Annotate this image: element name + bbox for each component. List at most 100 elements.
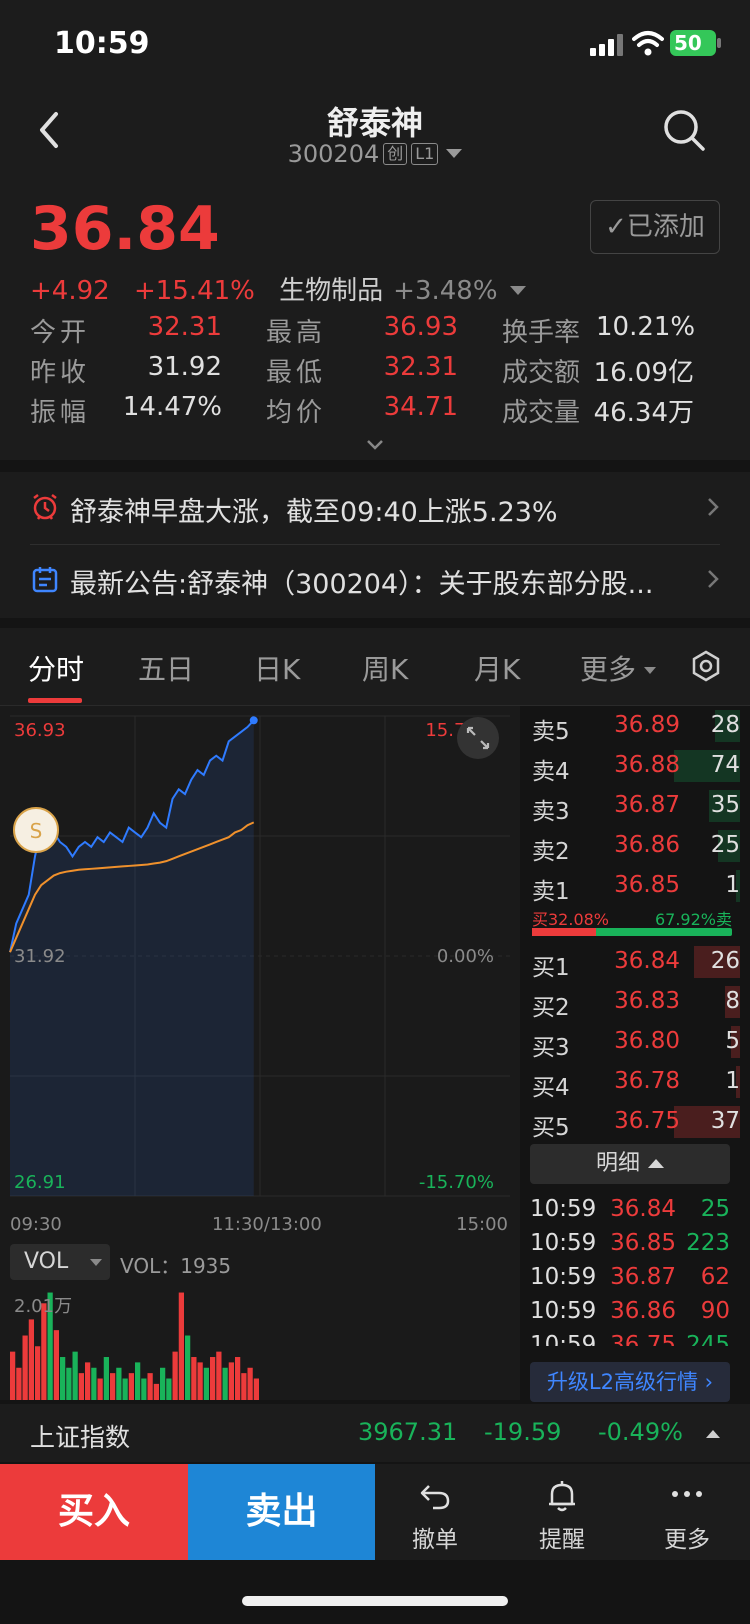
order-price: 36.88 <box>614 752 680 778</box>
cancel-order-button[interactable]: 撤单 <box>375 1464 495 1560</box>
volume-bar <box>97 1378 103 1400</box>
bid-row[interactable]: 买5 36.75 37 <box>520 1102 740 1142</box>
stat-label: 换手率 <box>502 318 581 348</box>
more-button[interactable]: 更多 <box>627 1464 747 1560</box>
index-change: -19.59 <box>484 1418 562 1446</box>
tab-daily-k[interactable]: 日K <box>254 648 300 688</box>
trade-qty: 62 <box>700 1264 730 1290</box>
time-label-open: 09:30 <box>10 1214 62 1235</box>
order-price: 36.86 <box>614 832 680 858</box>
order-qty: 1 <box>725 872 740 898</box>
tab-monthly-k[interactable]: 月K <box>474 648 520 688</box>
volume-bar <box>122 1378 128 1400</box>
y-axis-mid: 31.92 <box>14 946 66 967</box>
tab-weekly-k[interactable]: 周K <box>362 648 408 688</box>
bid-row[interactable]: 买2 36.83 8 <box>520 982 740 1022</box>
bid-row[interactable]: 买4 36.78 1 <box>520 1062 740 1102</box>
last-price-dot <box>249 716 258 725</box>
settings-icon[interactable] <box>690 650 722 682</box>
order-price: 36.83 <box>614 988 680 1014</box>
volume-bar <box>247 1367 253 1400</box>
stat-label: 最高 <box>266 318 327 348</box>
header: 舒泰神 300204 创 L1 <box>0 88 750 188</box>
bottom-action-bar: 买入 卖出 撤单 提醒 更多 <box>0 1464 750 1560</box>
upgrade-l2-button[interactable]: 升级L2高级行情 › <box>530 1362 730 1402</box>
trade-price: 36.87 <box>610 1264 676 1290</box>
ratio-fill <box>532 928 597 936</box>
sell-ratio: 67.92%卖 <box>654 910 732 929</box>
news-text: 最新公告:舒泰神（300204）：关于股东部分股... <box>70 569 654 600</box>
trade-row: 10:59 36.84 25 <box>530 1196 730 1230</box>
stock-code-selector[interactable]: 300204 创 L1 <box>0 140 750 168</box>
tab-more[interactable]: 更多 <box>580 648 657 688</box>
trade-price: 36.75 <box>610 1332 676 1346</box>
ask-row[interactable]: 卖2 36.86 25 <box>520 826 740 866</box>
news-item[interactable]: 最新公告:舒泰神（300204）：关于股东部分股... <box>0 544 750 616</box>
price-change-pct: +15.41% <box>133 276 255 306</box>
order-label: 买3 <box>532 1035 570 1061</box>
order-label: 卖3 <box>532 799 570 825</box>
trade-price: 36.85 <box>610 1230 676 1256</box>
buy-button[interactable]: 买入 <box>0 1464 188 1560</box>
order-qty: 37 <box>710 1108 740 1134</box>
added-to-watchlist-button[interactable]: ✓已添加 <box>590 200 720 254</box>
volume-bar <box>153 1383 159 1400</box>
stat-value: 32.31 <box>383 352 458 382</box>
chart-tabs: 分时 五日 日K 周K 月K 更多 <box>0 628 750 706</box>
chevron-right-icon <box>708 498 719 516</box>
volume-bar <box>60 1357 66 1400</box>
volume-toolbar: VOL VOL：1935 <box>0 1242 520 1282</box>
volume-bar <box>235 1357 241 1400</box>
volume-bar <box>241 1373 247 1400</box>
stat-label: 成交量 <box>502 398 581 428</box>
order-label: 买1 <box>532 955 570 981</box>
news-item[interactable]: 舒泰神早盘大涨，截至09:40上涨5.23% <box>0 472 750 544</box>
more-label: 更多 <box>664 1527 710 1553</box>
ask-row[interactable]: 卖1 36.85 1 <box>520 866 740 906</box>
stat-value: 16.09亿 <box>593 358 694 388</box>
alert-button[interactable]: 提醒 <box>502 1464 622 1560</box>
trade-ticks: 10:59 36.84 25 10:59 36.85 223 10:59 36.87 62 10:… <box>530 1196 730 1346</box>
ask-row[interactable]: 卖3 36.87 35 <box>520 786 740 826</box>
bid-row[interactable]: 买3 36.80 5 <box>520 1022 740 1062</box>
detail-toggle-button[interactable]: 明细 <box>530 1144 730 1184</box>
volume-bar <box>178 1292 184 1400</box>
order-price: 36.87 <box>614 792 680 818</box>
bid-row[interactable]: 买1 36.84 26 <box>520 942 740 982</box>
trade-time: 10:59 <box>530 1298 597 1324</box>
alarm-icon <box>33 494 57 520</box>
expand-chevron-icon[interactable] <box>365 438 385 452</box>
order-price: 36.89 <box>614 712 680 738</box>
trade-time: 10:59 <box>530 1230 597 1256</box>
volume-bar <box>28 1319 34 1400</box>
ask-row[interactable]: 卖4 36.88 74 <box>520 746 740 786</box>
signal-badge[interactable]: S <box>13 807 59 853</box>
news-text: 舒泰神早盘大涨，截至09:40上涨5.23% <box>70 497 558 528</box>
order-label: 买2 <box>532 995 570 1021</box>
trade-row: 10:59 36.75 245 <box>530 1332 730 1346</box>
volume-bar <box>66 1367 72 1400</box>
sell-button[interactable]: 卖出 <box>188 1464 375 1560</box>
added-label: 已添加 <box>626 212 705 242</box>
stat-value: 36.93 <box>383 312 458 342</box>
volume-bar <box>10 1351 16 1400</box>
indicator-selector[interactable]: VOL <box>10 1244 110 1280</box>
index-change-pct: -0.49% <box>598 1418 683 1446</box>
volume-bar <box>16 1367 22 1400</box>
order-qty: 1 <box>725 1068 740 1094</box>
fullscreen-icon[interactable] <box>456 716 500 760</box>
tab-five-day[interactable]: 五日 <box>138 648 194 688</box>
tab-intraday[interactable]: 分时 <box>28 648 84 688</box>
chevron-right-icon <box>708 570 719 588</box>
order-price: 36.84 <box>614 948 680 974</box>
sector-selector[interactable]: 生物制品 +3.48% <box>279 276 526 306</box>
stat-label: 均价 <box>266 398 327 428</box>
ask-row[interactable]: 卖5 36.89 28 <box>520 706 740 746</box>
check-icon: ✓ <box>605 212 627 242</box>
volume-bar <box>216 1351 222 1400</box>
stat-value: 32.31 <box>147 312 222 342</box>
index-ticker[interactable]: 上证指数 3967.31 -19.59 -0.49% <box>0 1404 750 1462</box>
chart-area: S 36.93 15.70% 31.92 0.00% 26.91 -15.70%… <box>0 706 520 1400</box>
search-icon[interactable] <box>662 108 706 152</box>
trade-row: 10:59 36.85 223 <box>530 1230 730 1264</box>
